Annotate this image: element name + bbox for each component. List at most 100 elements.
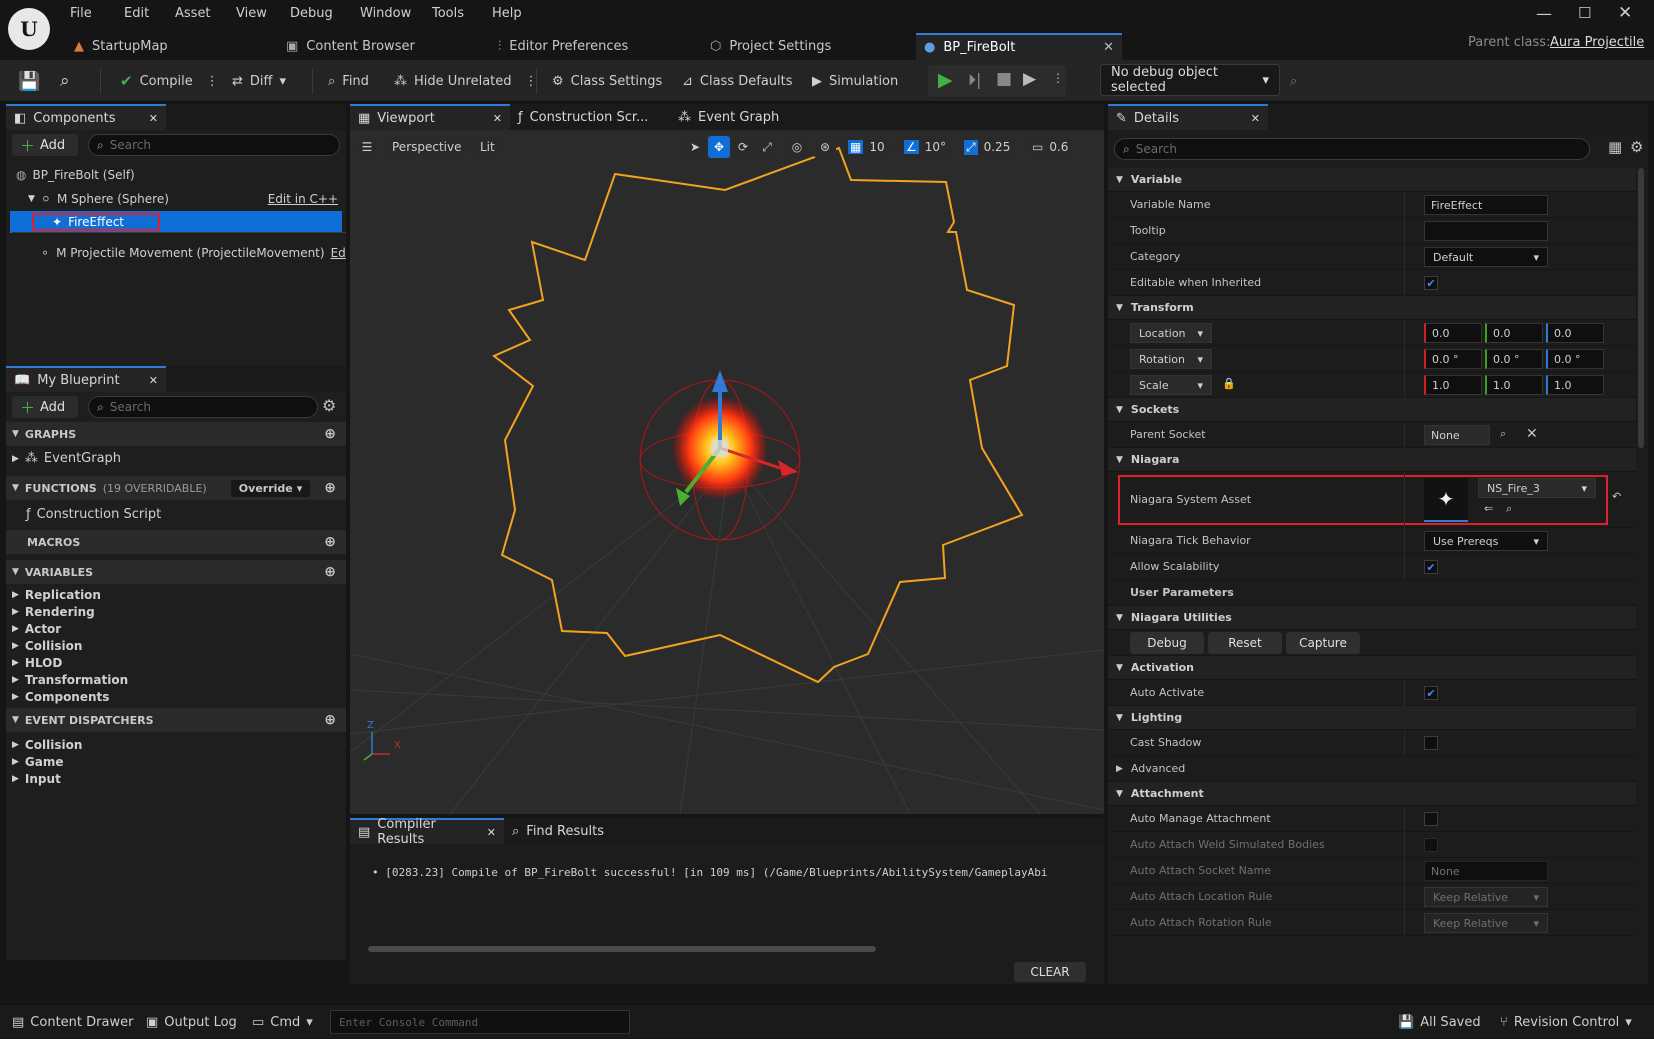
content-drawer-button[interactable]: ▤ Content Drawer xyxy=(12,1005,133,1039)
add-variable-icon[interactable]: ⊕ xyxy=(324,564,336,580)
location-z-input[interactable]: 0.0 xyxy=(1546,323,1604,343)
perspective-button[interactable]: Perspective xyxy=(384,136,470,158)
details-search-input[interactable]: ⌕ Search xyxy=(1114,138,1590,160)
expand-arrow-icon[interactable]: ▼ xyxy=(28,194,35,204)
rotation-y-input[interactable]: 0.0 ° xyxy=(1485,349,1543,369)
tab-startupmap[interactable]: ▲ StartupMap xyxy=(74,33,168,60)
rotation-snap-button[interactable]: ∠ 10° xyxy=(898,136,953,158)
close-tab-icon[interactable]: ✕ xyxy=(493,112,502,125)
dispatcher-group-collision[interactable]: ▶ Collision xyxy=(12,736,312,753)
tab-event-graph[interactable]: ⁂ Event Graph xyxy=(670,104,830,130)
lit-button[interactable]: Lit xyxy=(472,136,503,158)
transform-category[interactable]: ▼ Transform xyxy=(1108,296,1636,320)
component-sphere[interactable]: ▼ ⚪ M Sphere (Sphere) Edit in C++ xyxy=(28,190,346,207)
surface-snap-icon[interactable]: ⊛ xyxy=(814,136,836,158)
menu-asset[interactable]: Asset xyxy=(175,6,211,21)
scale-snap-button[interactable]: ⤢ 0.25 xyxy=(958,136,1017,158)
location-y-input[interactable]: 0.0 xyxy=(1485,323,1543,343)
add-function-icon[interactable]: ⊕ xyxy=(324,480,336,496)
capture-button[interactable]: Capture xyxy=(1286,632,1360,654)
play-mode-icon[interactable]: ▶ xyxy=(1023,69,1036,89)
class-defaults-button[interactable]: ⊿ Class Defaults xyxy=(682,60,793,102)
niagara-category[interactable]: ▼ Niagara xyxy=(1108,448,1636,472)
menu-debug[interactable]: Debug xyxy=(290,6,333,21)
revision-control-button[interactable]: ⑂ Revision Control ▾ xyxy=(1500,1005,1632,1039)
category-dropdown[interactable]: Default ▾ xyxy=(1424,247,1548,267)
minimize-icon[interactable]: — xyxy=(1536,4,1552,23)
component-projectile-movement[interactable]: ⚬ M Projectile Movement (ProjectileMovem… xyxy=(40,244,346,261)
tab-content-browser[interactable]: ▣ Content Browser xyxy=(286,33,415,60)
macros-section-header[interactable]: MACROS ⊕ xyxy=(6,530,346,554)
simulation-button[interactable]: ▶ Simulation xyxy=(812,60,898,102)
play-options-icon[interactable]: ⋮ xyxy=(1052,71,1064,85)
activation-category[interactable]: ▼ Activation xyxy=(1108,656,1636,680)
variable-group-components[interactable]: ▶ Components xyxy=(12,688,312,705)
tab-bp-firebolt[interactable]: ● BP_FireBolt ✕ xyxy=(916,33,1122,60)
reset-to-default-icon[interactable]: ↶ xyxy=(1612,490,1621,503)
debug-browse-icon[interactable]: ⌕ xyxy=(1290,60,1297,102)
function-item-construction-script[interactable]: ƒ Construction Script xyxy=(26,506,161,523)
variable-group-hlod[interactable]: ▶ HLOD xyxy=(12,654,312,671)
advanced-row[interactable]: ▶ Advanced xyxy=(1108,756,1636,782)
variable-group-rendering[interactable]: ▶ Rendering xyxy=(12,603,312,620)
world-local-icon[interactable]: ◎ xyxy=(786,136,808,158)
functions-section-header[interactable]: ▼ FUNCTIONS (19 OVERRIDABLE) Override ▾ … xyxy=(6,476,346,500)
save-icon[interactable]: 💾 xyxy=(18,60,40,102)
auto-manage-checkbox[interactable] xyxy=(1424,812,1438,826)
add-graph-icon[interactable]: ⊕ xyxy=(324,426,336,442)
my-blueprint-search-input[interactable]: ⌕ Search xyxy=(88,396,318,418)
tooltip-input[interactable] xyxy=(1424,221,1548,241)
debug-object-select[interactable]: No debug object selected ▾ xyxy=(1100,64,1280,96)
variable-group-transformation[interactable]: ▶ Transformation xyxy=(12,671,312,688)
play-icon[interactable]: ▶ xyxy=(938,69,953,91)
component-self[interactable]: ◍ BP_FireBolt (Self) xyxy=(16,166,346,183)
use-selected-icon[interactable]: ⇐ xyxy=(1484,502,1493,515)
close-tab-icon[interactable]: ✕ xyxy=(149,112,158,125)
compile-options-icon[interactable]: ⋮ xyxy=(206,74,219,89)
add-member-button[interactable]: ＋ Add xyxy=(12,396,78,418)
rotation-mode-dropdown[interactable]: Rotation ▾ xyxy=(1130,349,1212,369)
close-tab-icon[interactable]: ✕ xyxy=(149,374,158,387)
details-scrollbar[interactable] xyxy=(1638,168,1644,448)
add-dispatcher-icon[interactable]: ⊕ xyxy=(324,712,336,728)
close-tab-icon[interactable]: ✕ xyxy=(487,826,496,839)
scale-x-input[interactable]: 1.0 xyxy=(1424,375,1482,395)
horizontal-scrollbar[interactable] xyxy=(368,946,876,952)
lighting-category[interactable]: ▼ Lighting xyxy=(1108,706,1636,730)
rotate-icon[interactable]: ⟳ xyxy=(732,136,754,158)
clear-button[interactable]: CLEAR xyxy=(1014,962,1086,982)
location-mode-dropdown[interactable]: Location ▾ xyxy=(1130,323,1212,343)
close-window-icon[interactable]: ✕ xyxy=(1618,3,1632,23)
tab-viewport[interactable]: ▦ Viewport ✕ xyxy=(350,104,510,130)
hide-unrelated-button[interactable]: ⁂ Hide Unrelated ⋮ xyxy=(394,60,538,102)
tab-components[interactable]: ◧ Components ✕ xyxy=(6,104,166,130)
variable-group-replication[interactable]: ▶ Replication xyxy=(12,586,312,603)
variable-group-collision[interactable]: ▶ Collision xyxy=(12,637,312,654)
component-fireeffect[interactable]: ✦ FireEffect xyxy=(10,211,342,233)
cast-shadow-checkbox[interactable] xyxy=(1424,736,1438,750)
settings-gear-icon[interactable]: ⚙ xyxy=(1630,138,1643,156)
user-parameters-row[interactable]: User Parameters xyxy=(1108,580,1636,606)
dispatcher-group-input[interactable]: ▶ Input xyxy=(12,770,312,787)
lock-icon[interactable]: 🔒 xyxy=(1222,377,1236,390)
table-view-icon[interactable]: ▦ xyxy=(1608,138,1622,156)
menu-window[interactable]: Window xyxy=(360,6,411,21)
add-macro-icon[interactable]: ⊕ xyxy=(324,534,336,550)
graphs-section-header[interactable]: ▼ GRAPHS ⊕ xyxy=(6,422,346,446)
variable-name-input[interactable]: FireEffect xyxy=(1424,195,1548,215)
browse-socket-icon[interactable]: ⌕ xyxy=(1500,427,1506,441)
menu-tools[interactable]: Tools xyxy=(432,6,464,21)
browse-asset-icon[interactable]: ⌕ xyxy=(1506,502,1512,516)
variable-group-actor[interactable]: ▶ Actor xyxy=(12,620,312,637)
variable-category[interactable]: ▼ Variable xyxy=(1108,168,1636,192)
components-search-input[interactable]: ⌕ Search xyxy=(88,134,340,156)
tab-project-settings[interactable]: ⬡ Project Settings xyxy=(710,33,831,60)
scale-z-input[interactable]: 1.0 xyxy=(1546,375,1604,395)
scale-icon[interactable]: ⤢ xyxy=(756,136,778,158)
console-command-input[interactable]: Enter Console Command xyxy=(330,1010,630,1034)
sockets-category[interactable]: ▼ Sockets xyxy=(1108,398,1636,422)
auto-activate-checkbox[interactable]: ✔ xyxy=(1424,686,1438,700)
find-button[interactable]: ⌕ Find xyxy=(328,60,369,102)
viewport[interactable]: X Z ☰ Perspective Lit ➤ ✥ ⟳ ⤢ ◎ ⊛ ▦ 10 ∠… xyxy=(350,130,1104,814)
stop-icon[interactable]: ■ xyxy=(996,69,1012,89)
